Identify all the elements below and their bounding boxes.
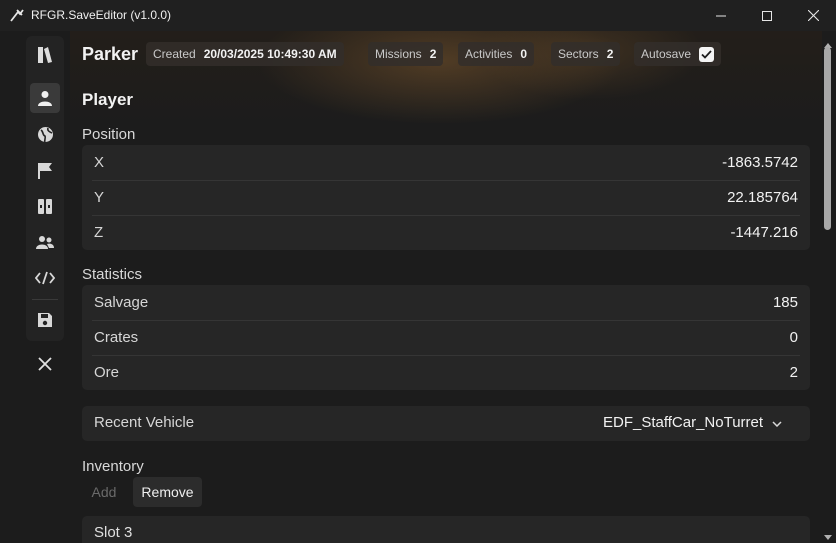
statistics-card: Salvage 185 Crates 0 Ore 2 <box>82 285 810 390</box>
vehicle-dropdown[interactable]: EDF_StaffCar_NoTurret <box>603 414 782 431</box>
sidebar-item-saves[interactable] <box>30 40 60 70</box>
sidebar <box>26 36 64 341</box>
coord-value[interactable]: 22.185764 <box>727 189 800 206</box>
sidebar-item-save[interactable] <box>30 305 60 335</box>
activities-badge: Activities 0 <box>458 42 535 66</box>
code-icon <box>35 271 55 285</box>
globe-icon <box>37 126 53 142</box>
inventory-section-title: Inventory <box>82 458 144 475</box>
scrollbar-thumb[interactable] <box>824 47 831 230</box>
sidebar-item-player[interactable] <box>30 83 60 113</box>
title-bar: RFGR.SaveEditor (v1.0.0) <box>0 0 836 31</box>
stat-row-crates[interactable]: Crates 0 <box>92 320 800 355</box>
stat-label: Ore <box>94 364 120 381</box>
stat-value[interactable]: 0 <box>790 329 800 346</box>
scroll-down-icon[interactable] <box>824 528 832 540</box>
maximize-button[interactable] <box>744 0 790 31</box>
coord-label: Z <box>94 224 104 241</box>
checkmark-icon <box>701 49 712 59</box>
person-icon <box>38 91 52 106</box>
window-title: RFGR.SaveEditor (v1.0.0) <box>31 8 172 22</box>
autosave-label: Autosave <box>641 47 692 61</box>
slot-title: Slot 3 <box>94 524 133 541</box>
minimize-icon <box>716 15 726 16</box>
vehicle-selected-value: EDF_StaffCar_NoTurret <box>603 414 764 431</box>
sidebar-item-missions[interactable] <box>30 155 60 185</box>
position-row-y[interactable]: Y 22.185764 <box>92 180 800 215</box>
activities-label: Activities <box>465 47 513 61</box>
scroll-up-icon[interactable] <box>824 35 832 48</box>
position-card: X -1863.5742 Y 22.185764 Z -1447.216 <box>82 145 810 250</box>
close-icon <box>38 357 52 371</box>
activities-count: 0 <box>520 47 528 61</box>
statistics-section-title: Statistics <box>82 266 143 283</box>
minimize-button[interactable] <box>698 0 744 31</box>
floppy-icon <box>38 313 52 327</box>
app-logo-icon <box>10 8 25 23</box>
exit-button[interactable] <box>30 349 60 379</box>
add-button[interactable]: Add <box>82 477 126 507</box>
save-name: Parker <box>82 44 139 64</box>
missions-label: Missions <box>375 47 422 61</box>
autosave-toggle[interactable]: Autosave <box>634 42 722 66</box>
created-label: Created <box>153 47 196 61</box>
maximize-icon <box>762 10 772 21</box>
sidebar-item-activities[interactable] <box>30 191 60 221</box>
sectors-count: 2 <box>606 47 614 61</box>
position-section-title: Position <box>82 126 136 143</box>
flag-icon <box>38 162 52 179</box>
sidebar-item-world[interactable] <box>30 119 60 149</box>
stat-value[interactable]: 185 <box>773 294 800 311</box>
autosave-checkbox[interactable] <box>699 46 715 62</box>
stat-row-salvage[interactable]: Salvage 185 <box>92 285 800 320</box>
stat-value[interactable]: 2 <box>790 364 800 381</box>
stat-label: Crates <box>94 329 139 346</box>
sidebar-item-raw[interactable] <box>30 263 60 293</box>
close-icon <box>807 10 819 21</box>
close-window-button[interactable] <box>790 0 836 31</box>
sidebar-divider <box>32 299 58 300</box>
stat-row-ore[interactable]: Ore 2 <box>92 355 800 390</box>
position-row-x[interactable]: X -1863.5742 <box>92 145 800 180</box>
sectors-badge: Sectors 2 <box>551 42 621 66</box>
created-value: 20/03/2025 10:49:30 AM <box>203 47 337 61</box>
created-badge: Created 20/03/2025 10:49:30 AM <box>146 42 344 66</box>
remove-button[interactable]: Remove <box>133 477 202 507</box>
missions-count: 2 <box>429 47 437 61</box>
coord-label: Y <box>94 189 105 206</box>
columns-icon <box>38 198 52 214</box>
missions-badge: Missions 2 <box>368 42 444 66</box>
users-icon <box>36 235 54 249</box>
vehicle-label: Recent Vehicle <box>94 414 195 431</box>
sectors-label: Sectors <box>558 47 599 61</box>
slot-card <box>82 516 810 543</box>
sidebar-item-people[interactable] <box>30 227 60 257</box>
book-icon <box>38 47 52 63</box>
position-row-z[interactable]: Z -1447.216 <box>92 215 800 250</box>
chevron-down-icon <box>772 414 782 431</box>
coord-value[interactable]: -1447.216 <box>730 224 800 241</box>
page-title: Player <box>82 90 134 109</box>
coord-label: X <box>94 154 105 171</box>
stat-label: Salvage <box>94 294 149 311</box>
coord-value[interactable]: -1863.5742 <box>722 154 800 171</box>
